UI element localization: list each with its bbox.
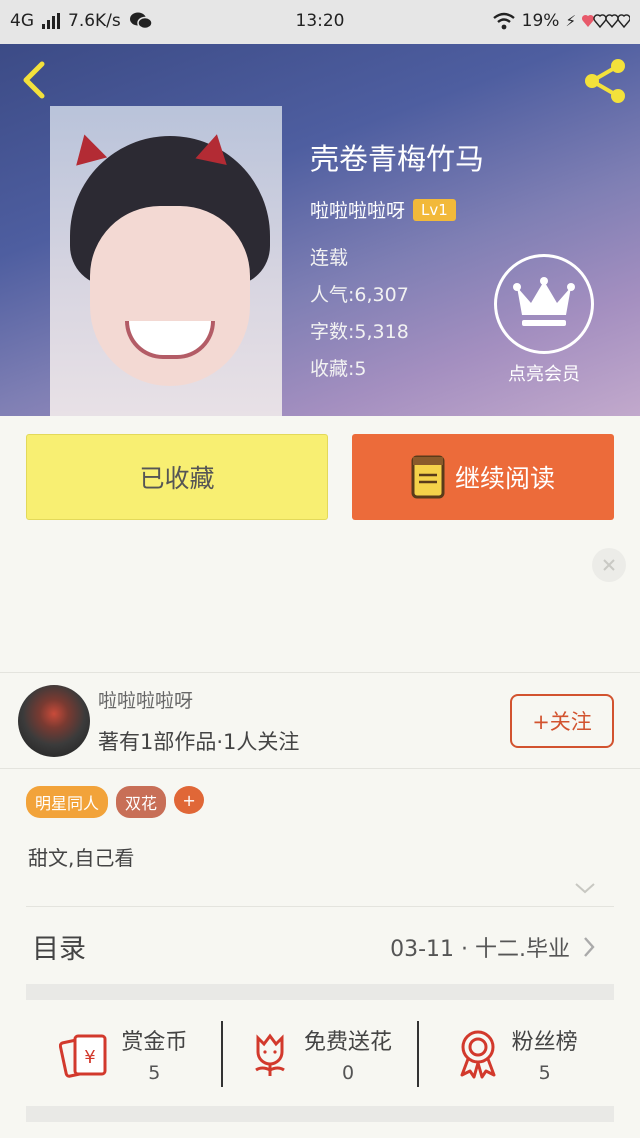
continue-reading-label: 继续阅读 (454, 464, 555, 493)
stat-value: 0 (341, 1062, 355, 1084)
word-count: 字数:5,318 (310, 321, 409, 343)
crown-icon (513, 277, 575, 326)
section-separator (26, 984, 614, 1000)
back-arrow-icon[interactable] (14, 58, 58, 102)
flower-icon (255, 1033, 285, 1076)
stat-label: 赏金币 (121, 1030, 188, 1055)
favorites-count: 收藏:5 (310, 358, 367, 380)
divider (0, 672, 640, 673)
heart-battery-icon (582, 14, 630, 29)
wifi-icon (492, 12, 515, 30)
stat-value: 5 (538, 1062, 551, 1084)
medal-icon (460, 1030, 496, 1079)
battery-percent: 19% (521, 11, 560, 31)
divider (0, 768, 640, 769)
stat-value: 5 (148, 1062, 161, 1084)
author-works-summary: 著有1部作品·1人关注 (98, 730, 300, 754)
reward-coins-button[interactable]: ¥ 赏金币 5 (26, 1016, 221, 1092)
fans-ranking-button[interactable]: 粉丝榜 5 (419, 1016, 614, 1092)
stat-label: 免费送花 (304, 1030, 393, 1055)
book-author[interactable]: 啦啦啦啦呀 (310, 196, 405, 223)
status-bar: 4G 7.6K/s 13:20 19% ⚡ (0, 0, 640, 44)
svg-text:¥: ¥ (85, 1047, 96, 1068)
book-header: 壳卷青梅竹马 啦啦啦啦呀 Lv1 连载 人气:6,307 字数:5,318 收藏… (0, 44, 640, 416)
favorited-button[interactable]: 已收藏 (26, 434, 328, 520)
table-of-contents-row[interactable]: 目录 03-11 · 十二.毕业 (26, 906, 614, 984)
close-ad-button[interactable] (592, 548, 626, 582)
level-badge: Lv1 (413, 198, 456, 221)
vip-label: 点亮会员 (508, 364, 580, 385)
close-icon (603, 559, 615, 571)
stats-bar: ¥ 赏金币 5 免费送花 0 粉丝榜 5 (26, 1016, 614, 1092)
section-separator (26, 1106, 614, 1122)
popularity-count: 人气:6,307 (310, 284, 409, 306)
latest-chapter: 03-11 · 十二.毕业 (390, 937, 570, 962)
stat-label: 粉丝榜 (511, 1030, 578, 1055)
tag-list: 明星同人 双花 + (26, 786, 205, 818)
clock: 13:20 (295, 11, 345, 31)
share-icon[interactable] (580, 56, 630, 106)
send-flower-button[interactable]: 免费送花 0 (223, 1016, 418, 1092)
author-name[interactable]: 啦啦啦啦呀 (98, 686, 193, 713)
book-description: 甜文,自己看 (28, 846, 135, 870)
author-avatar[interactable] (18, 685, 90, 757)
serial-status: 连载 (310, 247, 349, 269)
add-tag-button[interactable]: + (174, 786, 205, 814)
book-title: 壳卷青梅竹马 (310, 142, 485, 176)
book-cover-image[interactable] (50, 106, 282, 416)
chevron-down-icon[interactable] (574, 880, 596, 896)
book-icon (411, 455, 445, 499)
tag-item[interactable]: 明星同人 (26, 786, 109, 818)
vip-button[interactable]: 点亮会员 (492, 254, 596, 386)
chevron-right-icon (584, 937, 595, 957)
follow-button[interactable]: +关注 (510, 694, 614, 748)
tag-item[interactable]: 双花 (116, 786, 167, 818)
continue-reading-button[interactable]: 继续阅读 (352, 434, 614, 520)
red-envelope-icon: ¥ (59, 1034, 107, 1078)
charging-icon: ⚡ (565, 12, 576, 30)
toc-label: 目录 (32, 934, 86, 965)
